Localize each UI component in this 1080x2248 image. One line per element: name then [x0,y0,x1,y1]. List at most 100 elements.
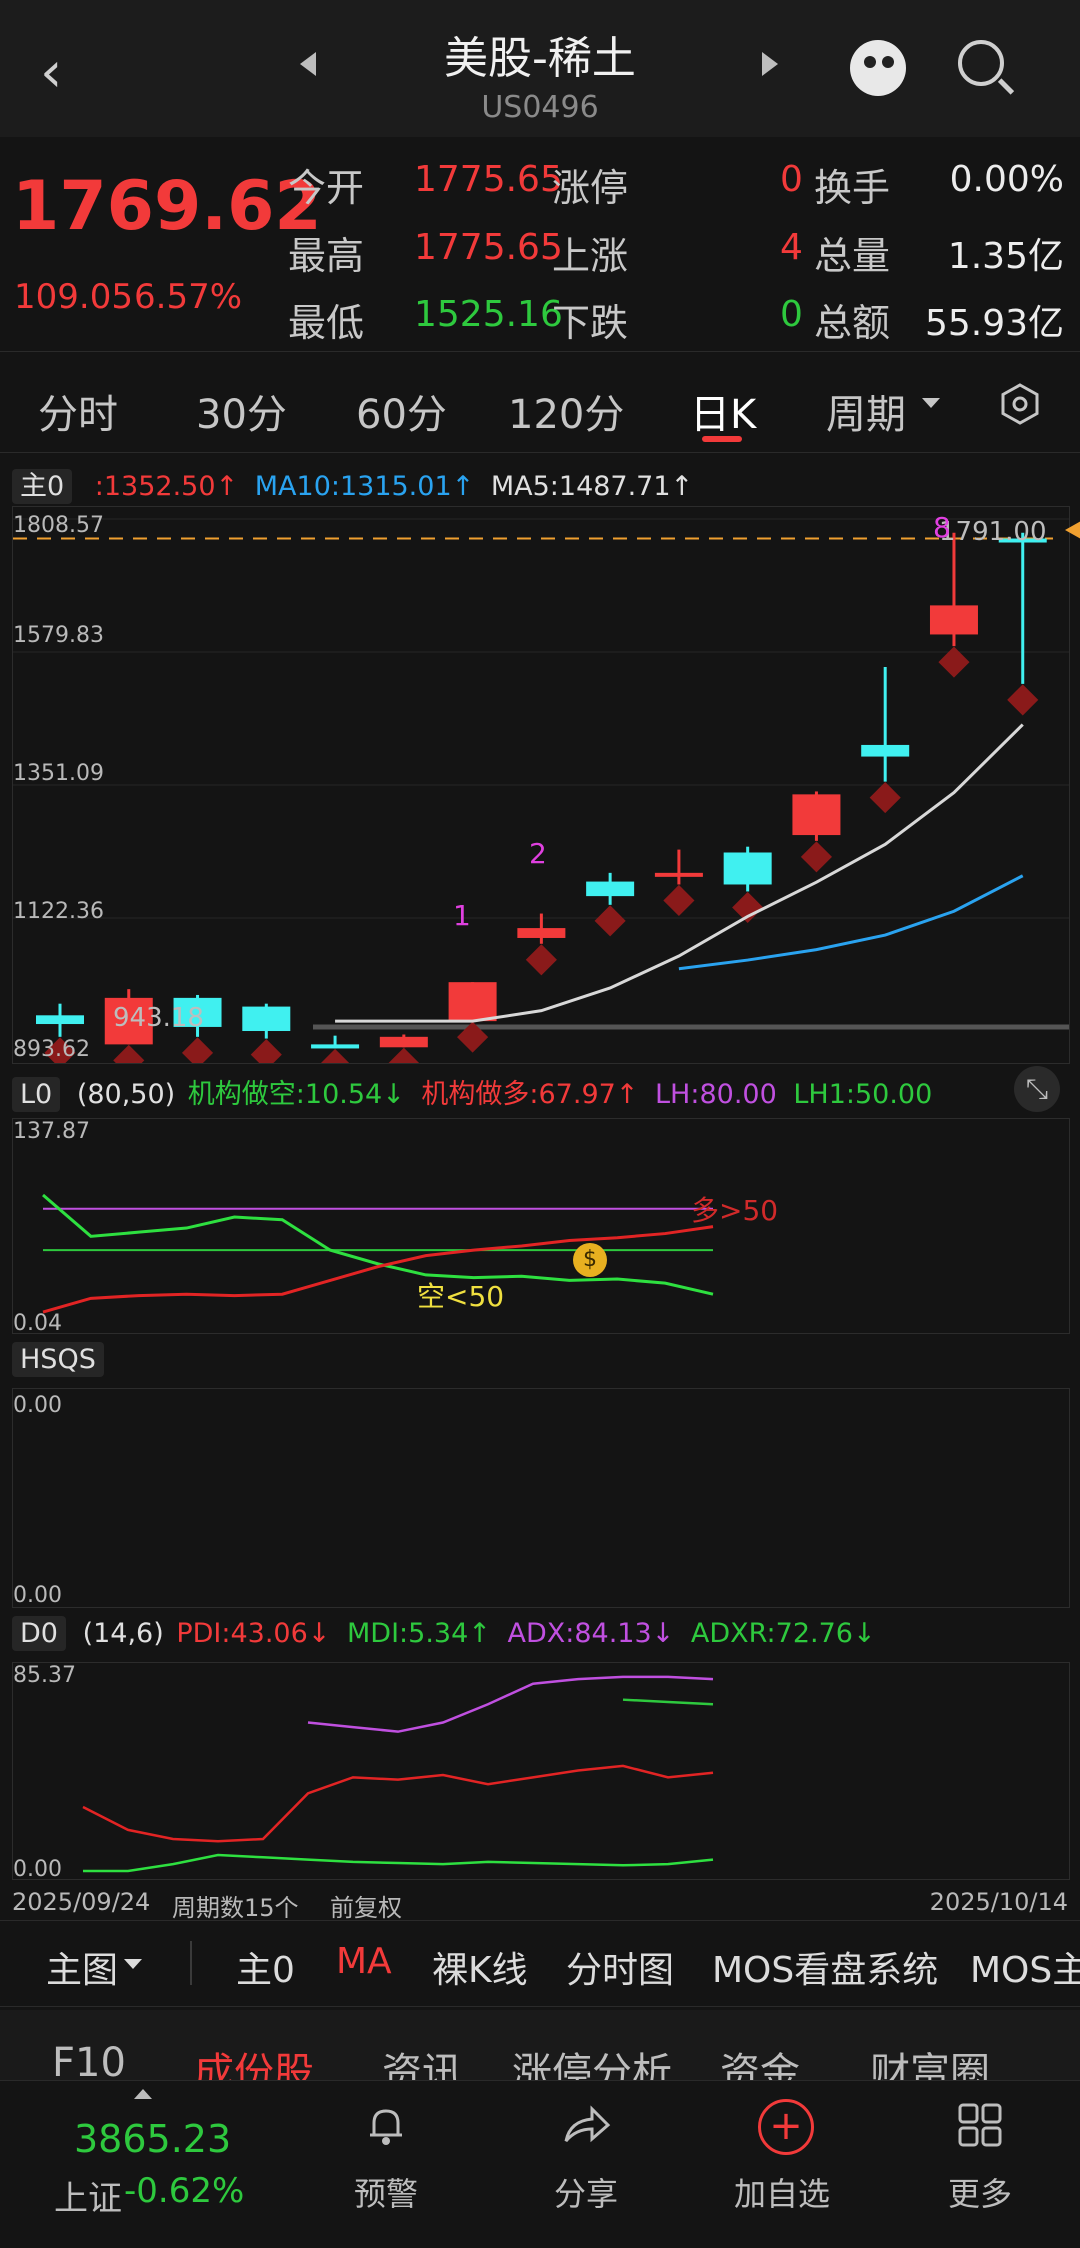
rise-value: 4 [780,227,803,268]
main-selector[interactable]: 主0 [12,469,73,504]
diamond-marker [250,1039,282,1071]
mode-mos-main[interactable]: MOS主 [970,1941,1080,1993]
y-tick-3: 1351.09 [13,761,104,786]
amount-value: 55.93亿 [924,303,1064,344]
diamond-marker [525,944,557,976]
signal-label-1: 1 [453,899,471,932]
candle-body [654,872,703,877]
share-icon[interactable] [560,2101,612,2149]
do-params: (14,6) [82,1618,164,1649]
index-change: -0.62% [124,2171,245,2211]
title-bar: ‹ 美股-稀土 US0496 [0,0,1080,137]
hsqs-indicator-bar: HSQS [12,1342,104,1377]
hsqs-y-bottom: 0.00 [13,1583,62,1608]
mascot-icon[interactable] [850,40,906,96]
add-watchlist-icon[interactable]: + [758,2099,814,2155]
kline-svg [13,518,1069,1081]
diamond-marker [938,646,970,678]
grid-more-icon[interactable] [956,2101,1004,2149]
low-label: 最低 [288,301,365,345]
main-indicator-bar: 主0 :1352.50↑ MA10:1315.01↑ MA5:1487.71↑ [12,464,693,504]
lo-lh1: LH1:50.00 [793,1079,933,1110]
main-chart-menu[interactable]: 主图 [46,1941,118,1993]
tab-30min[interactable]: 30分 [196,382,287,440]
ma-value: :1352.50↑ [94,471,239,502]
lo-y-bottom: 0.04 [13,1311,62,1336]
hsqs-y-top: 0.00 [13,1393,62,1418]
search-icon[interactable] [958,40,1004,86]
bell-icon[interactable] [362,2101,410,2149]
low-value: 1525.16 [414,294,563,335]
diamond-marker [869,782,901,814]
high-value: 1775.65 [414,227,563,268]
mode-timeshare[interactable]: 分时图 [566,1941,674,1993]
volume-label: 总量 [814,234,891,278]
tab-60min[interactable]: 60分 [356,382,447,440]
ma10-line [678,874,1024,971]
price-change: 109.05 [14,277,133,317]
tab-period[interactable]: 周期 [826,382,906,440]
chevron-down-icon [922,398,940,408]
candle-body [517,928,566,938]
limit-up-value: 0 [780,159,803,200]
do-y-top: 85.37 [13,1663,76,1688]
settings-hexagon-icon[interactable] [998,382,1042,426]
low-marker: 943.18 [113,1003,204,1033]
lo-params: (80,50) [76,1079,176,1110]
nav-alert[interactable]: 预警 [306,2169,466,2215]
nav-add-watchlist[interactable]: 加自选 [702,2169,862,2215]
hsqs-selector[interactable]: HSQS [12,1342,104,1377]
candle-body [242,1006,291,1032]
price-pointer-icon [1065,521,1080,539]
mode-main0[interactable]: 主0 [236,1941,295,1993]
candle-body [929,605,978,635]
last-price: 1769.62 [12,167,322,246]
lo-indicator-bar: L0 (80,50) 机构做空:10.54↓ 机构做多:67.97↑ LH:80… [12,1072,933,1112]
hsqs-chart[interactable]: 0.00 0.00 [12,1388,1070,1608]
do-mdi: MDI:5.34↑ [347,1618,491,1649]
nav-share[interactable]: 分享 [506,2169,666,2215]
y-tick-bottom: 893.62 [13,1037,90,1062]
mode-ma[interactable]: MA [336,1941,392,1982]
do-adxr: ADXR:72.76↓ [690,1618,876,1649]
do-y-bottom: 0.00 [13,1857,62,1882]
do-selector[interactable]: D0 [12,1616,66,1651]
lo-selector[interactable]: L0 [12,1077,61,1112]
diamond-marker [181,1037,214,1069]
short-line [42,1193,714,1296]
tab-120min[interactable]: 120分 [508,382,624,440]
price-change-pct: 6.57% [134,277,243,317]
candle-body [586,881,635,897]
diamond-marker [594,905,626,937]
y-tick-top: 1808.57 [13,513,104,538]
ma10-value: MA10:1315.01↑ [254,471,475,502]
expand-icon[interactable]: ⤡ [1014,1066,1060,1112]
y-tick-4: 1122.36 [13,899,104,924]
bottom-nav: 3865.23 上证 -0.62% 预警 分享 + 加自选 更多 [0,2080,1080,2248]
lo-long: 机构做多:67.97↑ [421,1079,639,1110]
nav-more[interactable]: 更多 [900,2169,1060,2215]
mode-bare-k[interactable]: 裸K线 [432,1941,528,1993]
adx-line [307,1675,714,1733]
lo-chart[interactable]: 137.87 0.04 多>50 空<50 $ [12,1118,1070,1336]
tab-daily-k[interactable]: 日K [690,382,756,440]
rise-label: 上涨 [552,234,629,278]
quote-panel: 1769.62 109.05 6.57% 今开 1775.65 最高 1775.… [0,137,1080,352]
mode-mos-system[interactable]: MOS看盘系统 [712,1941,938,1993]
x-axis-adjustment: 前复权 [330,1894,402,1922]
next-stock-icon[interactable] [762,52,778,76]
expand-up-icon[interactable] [134,2089,152,2099]
fall-label: 下跌 [552,301,629,345]
candle-body [379,1036,428,1048]
stock-code: US0496 [481,90,599,125]
do-chart[interactable]: 85.37 0.00 [12,1662,1070,1882]
x-axis-count: 周期数15个 [172,1894,299,1922]
diamond-marker [388,1047,420,1079]
money-bag-icon: $ [573,1243,607,1277]
lo-short: 机构做空:10.54↓ [187,1079,405,1110]
index-value[interactable]: 3865.23 [74,2117,231,2161]
candle-body [311,1044,360,1049]
pdi-line [82,1764,714,1843]
tab-timeshare[interactable]: 分时 [38,382,118,440]
kline-chart[interactable]: 1808.57 1579.83 1351.09 1122.36 893.62 9… [12,506,1080,1081]
